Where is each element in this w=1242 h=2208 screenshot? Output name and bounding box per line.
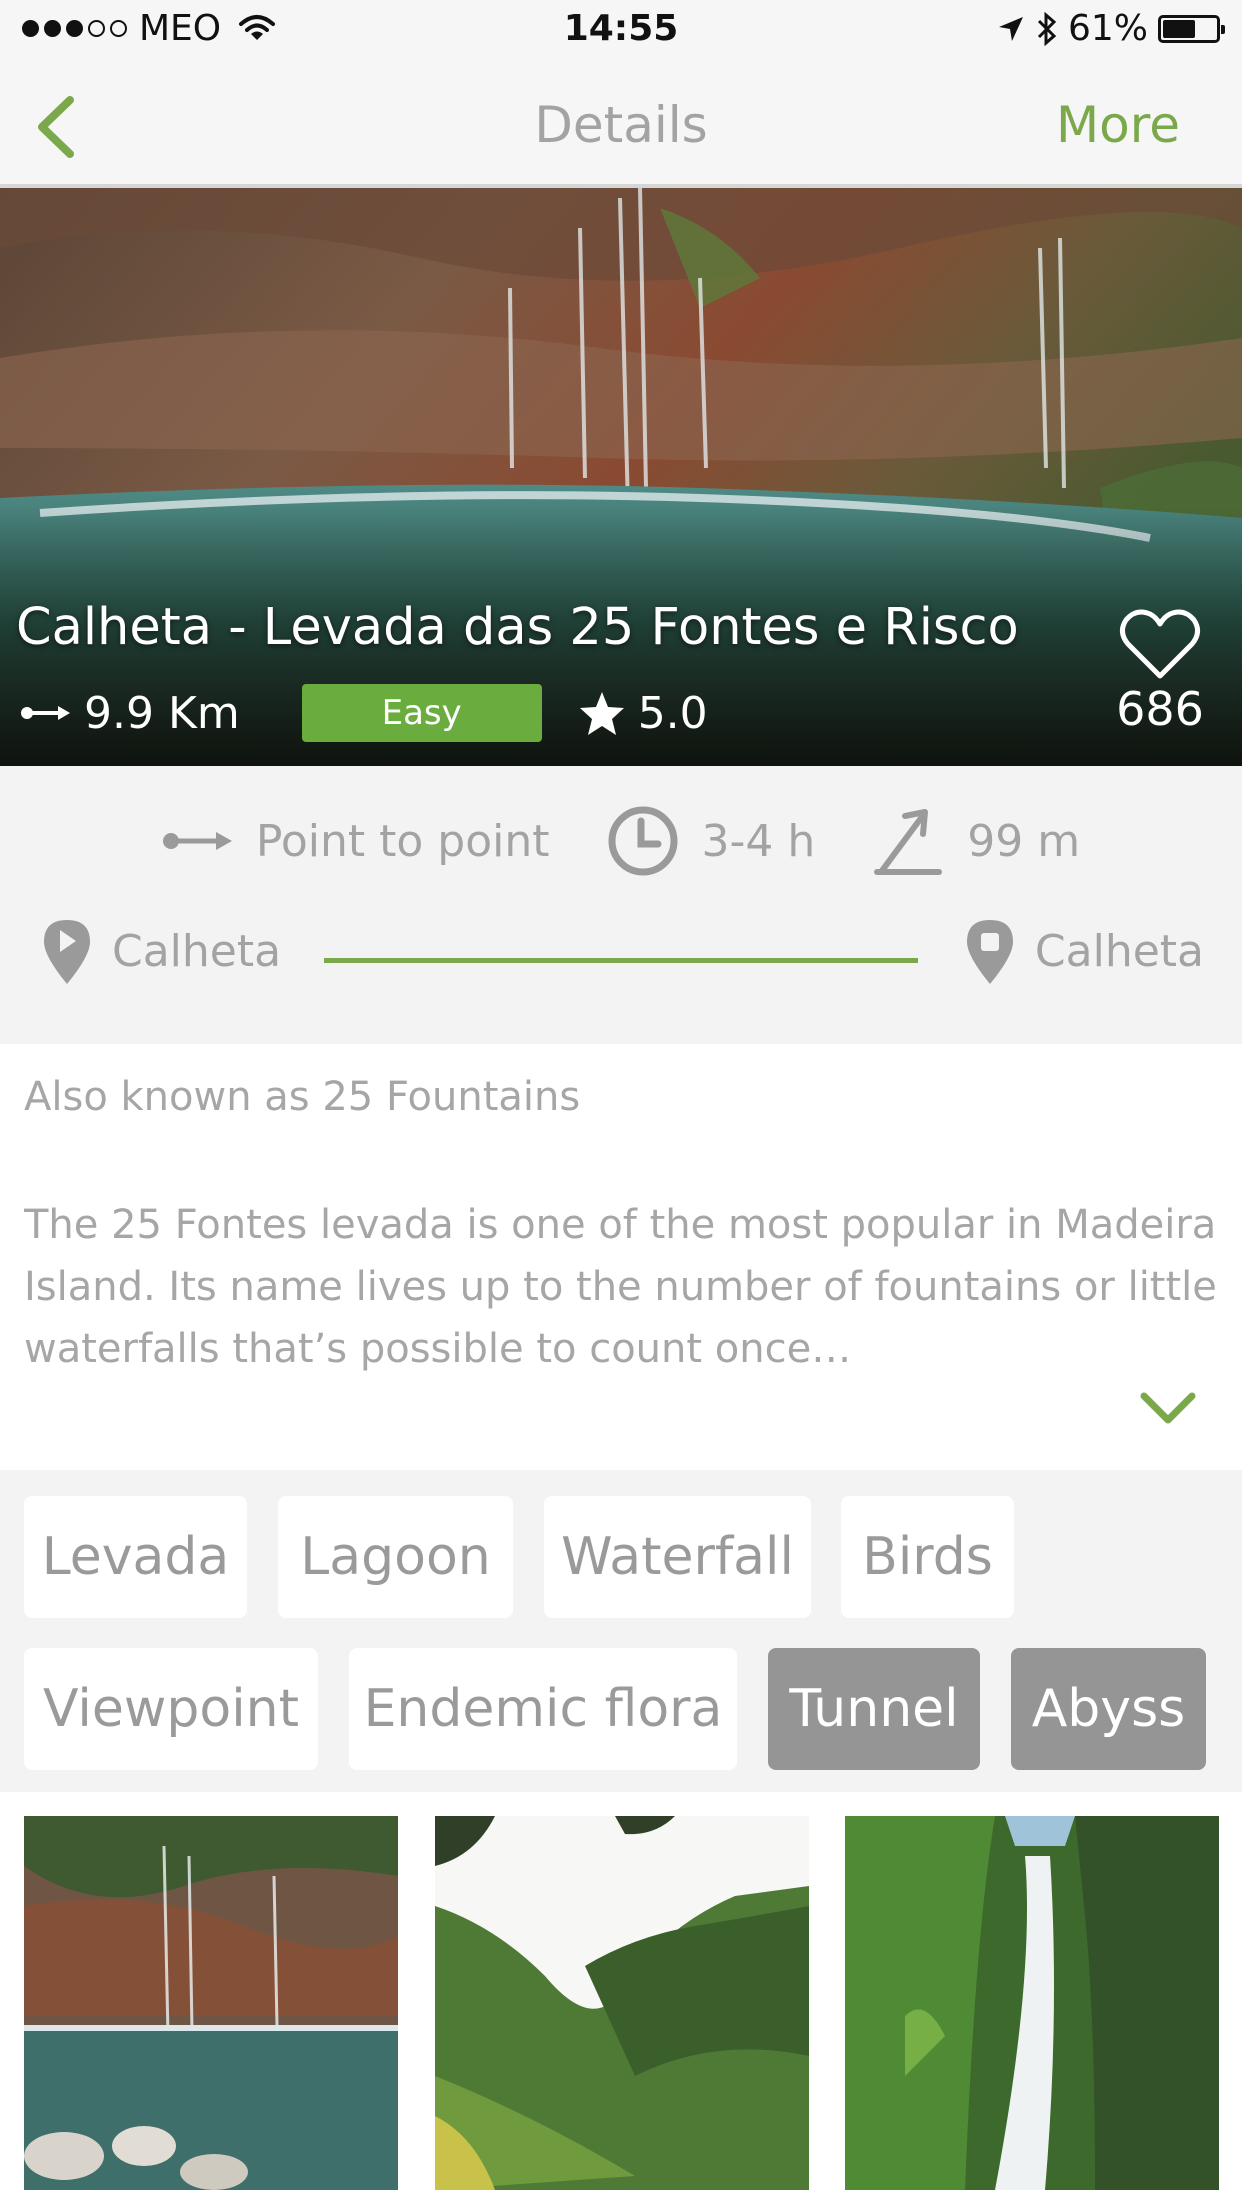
valley-photo [435,1816,809,2190]
gallery-photo-lagoon[interactable] [24,1816,398,2190]
tag-abyss[interactable]: Abyss [1011,1648,1206,1770]
description-text: The 25 Fontes levada is one of the most … [24,1202,1217,1372]
trail-stats: Point to point 3-4 h 99 m Calheta Calhet… [0,766,1242,1044]
elevation-label: 99 m [967,815,1081,867]
tag-endemic-flora[interactable]: Endemic flora [349,1648,737,1770]
tag-viewpoint[interactable]: Viewpoint [24,1648,318,1770]
expand-description-button[interactable] [1138,1384,1198,1434]
route-endpoints: Calheta Calheta [0,916,1242,1006]
star-icon [579,692,624,735]
end-pin-icon [966,920,1013,984]
bluetooth-icon [1037,11,1057,46]
navigation-bar: Details More [0,62,1242,188]
hero-image[interactable]: Calheta - Levada das 25 Fontes e Risco 9… [0,188,1242,766]
waterfall-lagoon-photo [0,188,1242,766]
location-arrow-icon [998,16,1023,41]
elevation-stat: 99 m [871,804,1080,878]
photo-gallery [0,1792,1242,2208]
clock-icon [608,806,677,876]
heart-icon [1120,609,1200,679]
tag-tunnel[interactable]: Tunnel [768,1648,980,1770]
tag-waterfall[interactable]: Waterfall [544,1496,811,1618]
tall-waterfall-photo [845,1816,1219,2190]
gallery-photo-valley[interactable] [435,1816,809,2190]
end-location: Calheta [1034,925,1204,977]
trail-summary: 9.9 Km Easy 5.0 [20,684,708,742]
more-button[interactable]: More [1056,96,1180,154]
tag-lagoon[interactable]: Lagoon [278,1496,513,1618]
status-bar: MEO 14:55 61% [0,0,1242,62]
stats-row: Point to point 3-4 h 99 m [0,804,1242,878]
gallery-photo-waterfall[interactable] [845,1816,1219,2190]
start-pin-icon [44,920,90,984]
difficulty-badge: Easy [301,684,542,742]
distance-value: 9.9 Km [84,687,240,739]
route-line [324,958,918,963]
route-end: Calheta [963,916,1204,986]
duration-label: 3-4 h [701,815,816,867]
chevron-down-icon [1140,1392,1196,1424]
distance-arrow-icon [21,706,70,720]
trail-title: Calheta - Levada das 25 Fontes e Risco [16,598,1019,657]
lagoon-photo [24,1816,398,2190]
battery-percent: 61% [1067,8,1148,49]
tag-birds[interactable]: Birds [841,1496,1014,1618]
elevation-icon [874,809,943,875]
route-start: Calheta [40,916,281,986]
route-type-stat: Point to point [162,816,550,867]
description-section: Also known as 25 Fountains The 25 Fontes… [0,1044,1242,1470]
alias-text: Also known as 25 Fountains [24,1074,581,1120]
likes-count: 686 [1116,682,1204,736]
status-right: 61% [996,8,1225,49]
tag-levada[interactable]: Levada [24,1496,247,1618]
battery-icon [1158,14,1225,43]
start-location: Calheta [112,925,282,977]
rating-value: 5.0 [637,687,708,739]
route-arrow-icon [162,832,232,850]
route-type-label: Point to point [255,815,550,867]
tags-section: Levada Lagoon Waterfall Birds Viewpoint … [0,1470,1242,1792]
duration-stat: 3-4 h [606,804,816,878]
favorite-button[interactable]: 686 [1110,606,1210,736]
